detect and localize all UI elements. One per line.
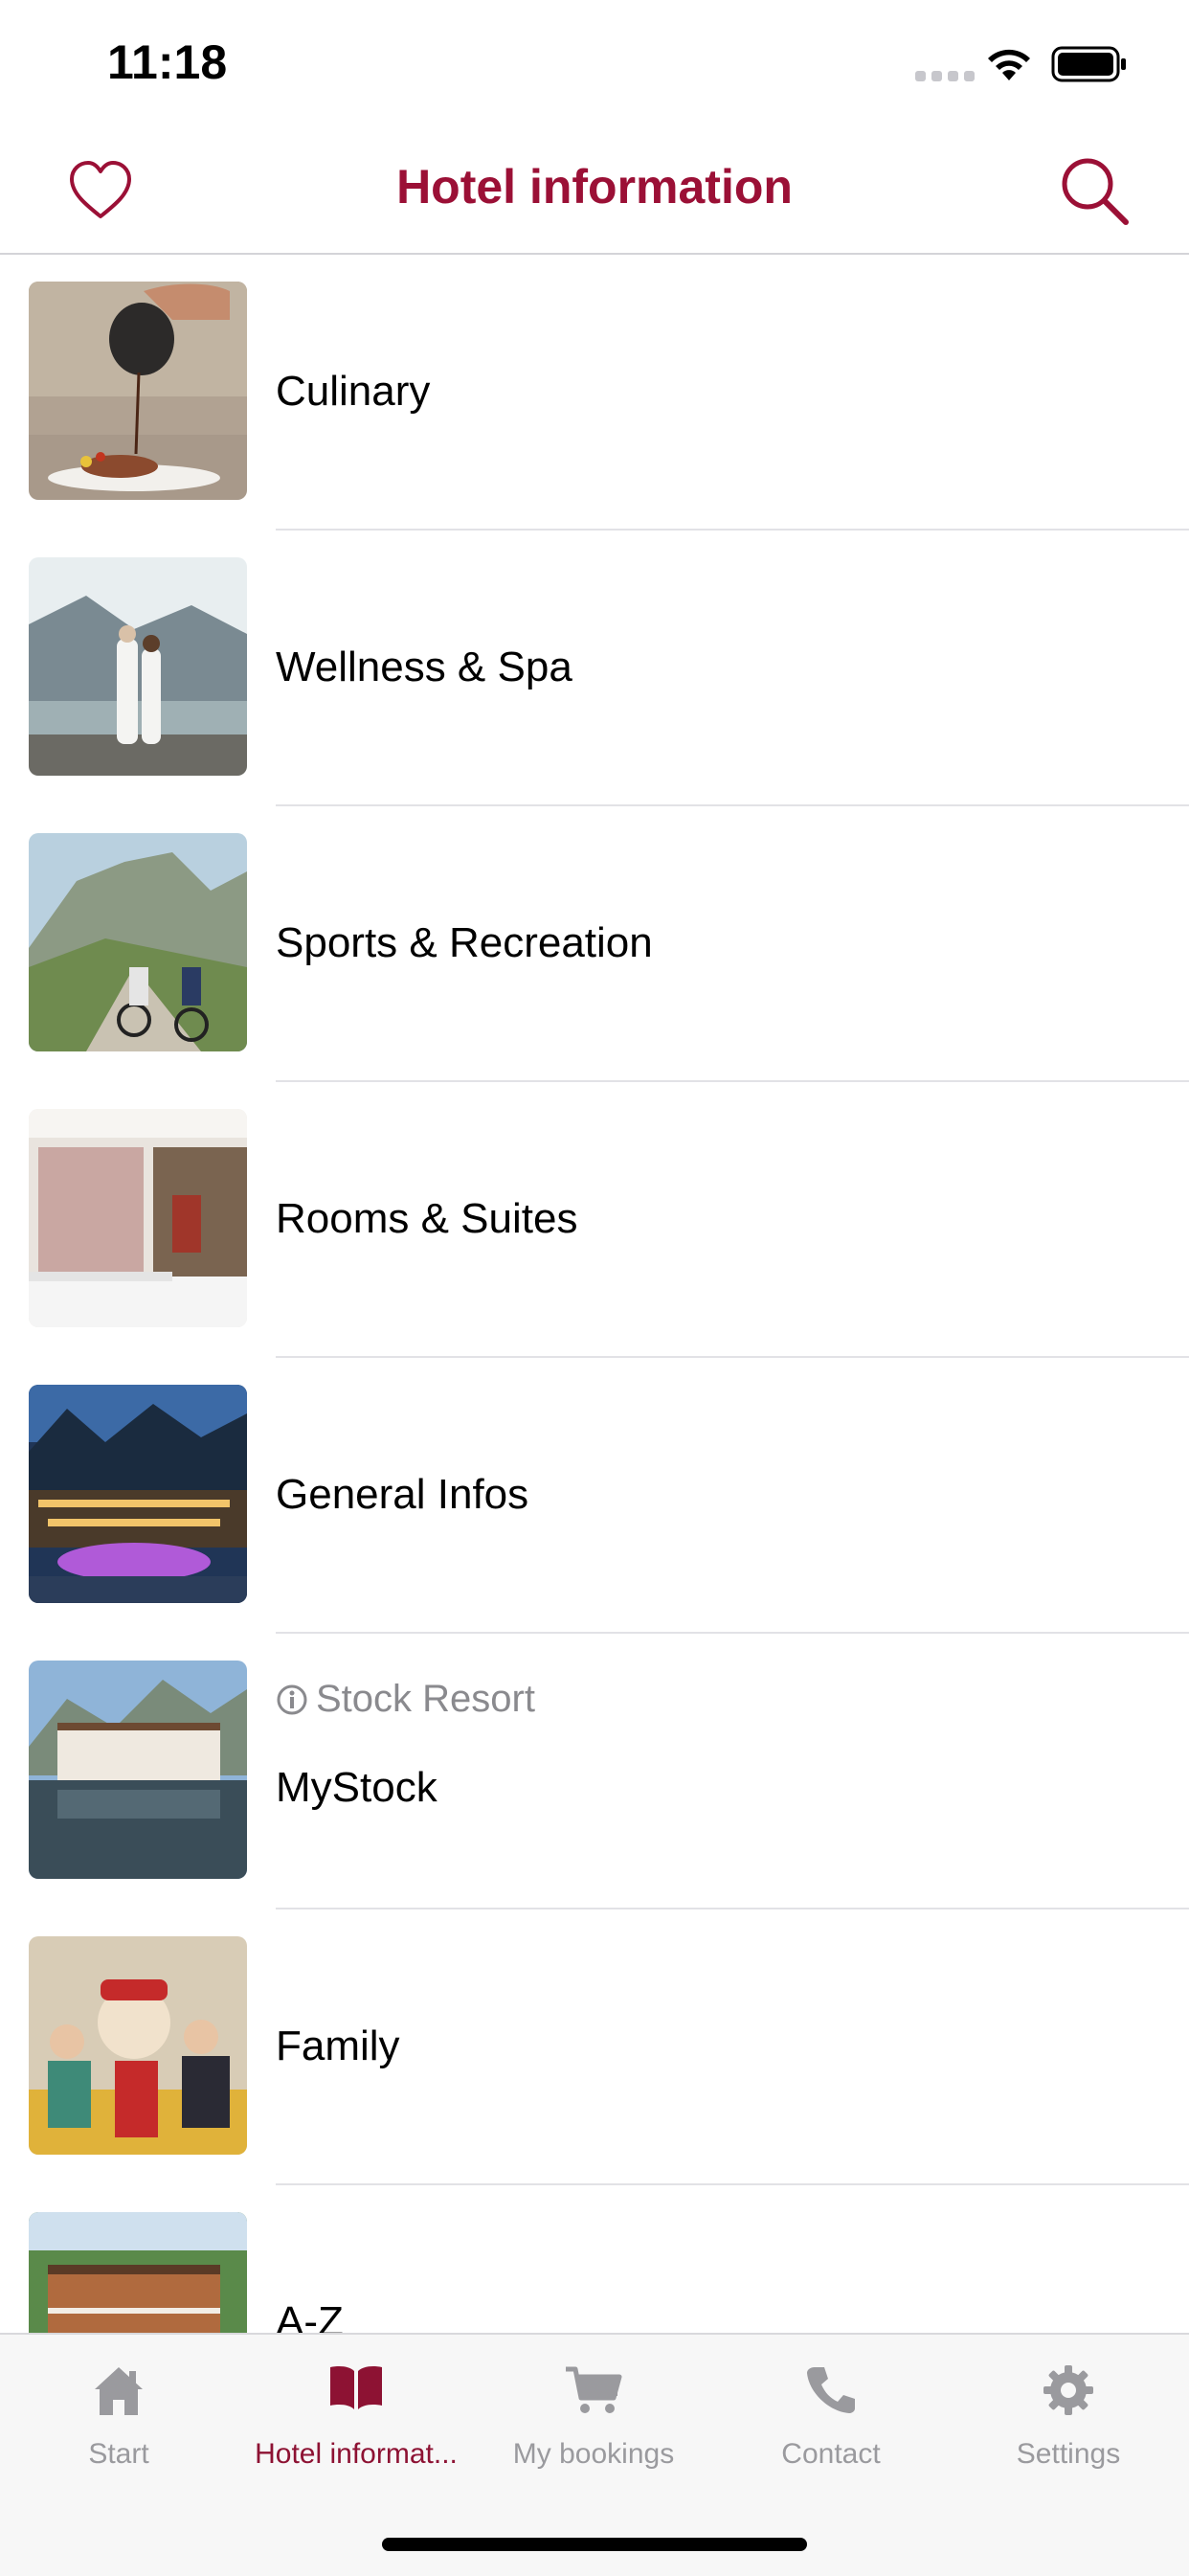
list-item-label: Rooms & Suites [276,1195,578,1242]
battery-icon [1051,46,1126,82]
status-time: 11:18 [107,35,228,89]
sports-photo [29,833,247,1051]
list-item-a-z[interactable]: A-Z [0,2185,1189,2333]
wifi-icon [988,49,1030,80]
list-item-sports-recreation[interactable]: Sports & Recreation [0,806,1189,1082]
hotel-info-list: Culinary Wellness & Spa Sports & Recreat… [0,255,1189,2333]
gear-icon [1043,2365,1093,2415]
home-indicator [382,2538,807,2551]
list-item-rooms-suites[interactable]: Rooms & Suites [0,1082,1189,1358]
search-icon[interactable] [1059,155,1130,226]
info-circle-icon [277,1684,307,1714]
family-photo [29,1936,247,2155]
list-item-label: Sports & Recreation [276,919,653,966]
list-item-label: Wellness & Spa [276,644,572,690]
tab-hotel-information[interactable]: Hotel informat... [237,2335,475,2488]
a-z-photo [29,2212,247,2333]
nav-bar: Hotel information [0,126,1189,255]
tab-label: Hotel informat... [255,2438,458,2470]
list-item-culinary[interactable]: Culinary [0,255,1189,531]
list-item-family[interactable]: Family [0,1909,1189,2185]
rooms-photo [29,1109,247,1327]
book-icon [330,2366,382,2409]
list-item-label: Family [276,2022,400,2069]
tab-contact[interactable]: Contact [712,2335,950,2488]
mystock-photo [29,1661,247,1879]
tab-label: Contact [781,2438,881,2470]
tab-label: My bookings [512,2438,675,2470]
general-photo [29,1385,247,1603]
cellular-signal-icon [915,71,975,81]
tab-label: Start [88,2438,149,2470]
page-title: Hotel information [396,160,793,214]
culinary-photo [29,282,247,500]
cart-icon [566,2366,622,2413]
list-item-wellness-spa[interactable]: Wellness & Spa [0,531,1189,806]
tab-label: Settings [1016,2438,1121,2470]
list-item-mystock[interactable]: Stock Resort MyStock [0,1634,1189,1909]
tab-my-bookings[interactable]: My bookings [475,2335,712,2488]
phone-icon [807,2367,855,2413]
list-item-label: General Infos [276,1471,529,1518]
list-item-subtitle-text: Stock Resort [316,1678,535,1720]
wellness-photo [29,557,247,776]
tab-start[interactable]: Start [0,2335,237,2488]
list-item-subtitle: Stock Resort [276,1678,535,1721]
tab-settings[interactable]: Settings [950,2335,1187,2488]
home-icon [95,2367,143,2415]
list-item-label: A-Z [276,2298,344,2333]
list-item-general-infos[interactable]: General Infos [0,1358,1189,1634]
status-bar: 11:18 [0,0,1189,126]
list-item-label: Culinary [276,368,431,415]
list-item-label: MyStock [276,1764,437,1811]
